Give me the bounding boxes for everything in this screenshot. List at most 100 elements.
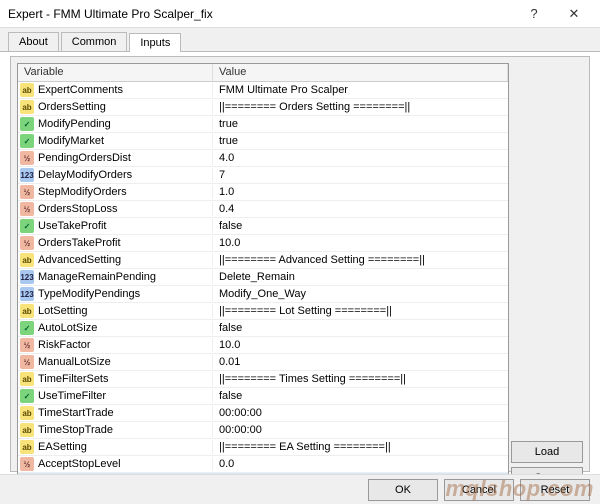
variable-cell[interactable]: 123TypeModifyPendings [18, 287, 213, 301]
value-cell[interactable]: 10.0 [213, 237, 508, 249]
variable-cell[interactable]: ½StepModifyOrders [18, 185, 213, 199]
variable-name: AutoLotSize [38, 322, 97, 334]
table-row[interactable]: abTimeStopTrade00:00:00 [18, 422, 508, 439]
table-row[interactable]: ½StepModifyOrders1.0 [18, 184, 508, 201]
variable-cell[interactable]: ½ AcceptStopLevel [18, 457, 213, 471]
value-cell[interactable]: false [213, 220, 508, 232]
value-cell[interactable]: 00:00:00 [213, 407, 508, 419]
variable-cell[interactable]: ✓UseTimeFilter [18, 389, 213, 403]
variable-cell[interactable]: ✓ModifyPending [18, 117, 213, 131]
ok-button[interactable]: OK [368, 479, 438, 501]
table-row[interactable]: ½OrdersStopLoss0.4 [18, 201, 508, 218]
table-row[interactable]: ✓AutoLotSizefalse [18, 320, 508, 337]
table-row[interactable]: ✓UseTakeProfitfalse [18, 218, 508, 235]
header-variable[interactable]: Variable [18, 64, 213, 81]
value-cell[interactable]: 10.0 [213, 339, 508, 351]
variable-name: OrdersStopLoss [38, 203, 117, 215]
value-cell[interactable]: true [213, 135, 508, 147]
tab-common[interactable]: Common [61, 32, 128, 51]
value-cell[interactable]: Delete_Remain [213, 271, 508, 283]
variable-cell[interactable]: ✓AutoLotSize [18, 321, 213, 335]
table-row[interactable]: 123DelayModifyOrders7 [18, 167, 508, 184]
value-cell[interactable]: 1.0 [213, 186, 508, 198]
value-cell[interactable]: ||======== Orders Setting ========|| [213, 101, 508, 113]
value-cell[interactable]: 4.0 [213, 152, 508, 164]
close-button[interactable]: ✕ [554, 0, 594, 28]
variable-name: TypeModifyPendings [38, 288, 140, 300]
variable-cell[interactable]: ½PendingOrdersDist [18, 151, 213, 165]
value-cell[interactable]: true [213, 118, 508, 130]
cancel-button[interactable]: Cancel [444, 479, 514, 501]
variable-cell[interactable]: abTimeStopTrade [18, 423, 213, 437]
variable-cell[interactable]: ✓ModifyMarket [18, 134, 213, 148]
value-cell[interactable]: 00:00:00 [213, 424, 508, 436]
variable-cell[interactable]: ½ ManualLotSize [18, 355, 213, 369]
value-cell[interactable]: ||======== Lot Setting ========|| [213, 305, 508, 317]
table-row[interactable]: ½ AcceptStopLevel 0.0 [18, 456, 508, 473]
tab-about[interactable]: About [8, 32, 59, 51]
variable-cell[interactable]: abOrdersSetting [18, 100, 213, 114]
table-row[interactable]: ½ ManualLotSize 0.01 [18, 354, 508, 371]
table-row[interactable]: ½RiskFactor10.0 [18, 337, 508, 354]
double-type-icon: ½ [20, 457, 34, 471]
variable-cell[interactable]: abLotSetting [18, 304, 213, 318]
reset-button[interactable]: Reset [520, 479, 590, 501]
table-row[interactable]: ✓ModifyMarkettrue [18, 133, 508, 150]
side-buttons: Load Save [511, 63, 583, 491]
variable-name: DelayModifyOrders [38, 169, 132, 181]
table-row[interactable]: abEASetting||======== EA Setting =======… [18, 439, 508, 456]
value-cell[interactable]: 0.01 [213, 356, 508, 368]
variable-cell[interactable]: abEASetting [18, 440, 213, 454]
variable-name: ManualLotSize [38, 356, 111, 368]
table-row[interactable]: 123TypeModifyPendingsModify_One_Way [18, 286, 508, 303]
table-row[interactable]: abOrdersSetting||======== Orders Setting… [18, 99, 508, 116]
variable-cell[interactable]: abTimeFilterSets [18, 372, 213, 386]
variable-cell[interactable]: abAdvancedSetting [18, 253, 213, 267]
double-type-icon: ½ [20, 355, 34, 369]
string-type-icon: ab [20, 83, 34, 97]
variable-name: AcceptStopLevel [38, 458, 121, 470]
table-row[interactable]: ½OrdersTakeProfit10.0 [18, 235, 508, 252]
variable-cell[interactable]: ✓UseTakeProfit [18, 219, 213, 233]
variable-cell[interactable]: ½OrdersStopLoss [18, 202, 213, 216]
tab-inputs[interactable]: Inputs [129, 33, 181, 52]
value-cell[interactable]: 0.0 [213, 458, 508, 470]
table-row[interactable]: abTimeFilterSets||======== Times Setting… [18, 371, 508, 388]
value-cell[interactable]: ||======== Advanced Setting ========|| [213, 254, 508, 266]
variable-cell[interactable]: 123ManageRemainPending [18, 270, 213, 284]
bool-type-icon: ✓ [20, 134, 34, 148]
string-type-icon: ab [20, 440, 34, 454]
value-cell[interactable]: 0.4 [213, 203, 508, 215]
value-cell[interactable]: false [213, 322, 508, 334]
value-cell[interactable]: false [213, 390, 508, 402]
grid-header: Variable Value [18, 64, 508, 82]
bottom-bar: OK Cancel Reset [0, 474, 600, 504]
table-row[interactable]: ½PendingOrdersDist4.0 [18, 150, 508, 167]
string-type-icon: ab [20, 253, 34, 267]
table-row[interactable]: ✓UseTimeFilterfalse [18, 388, 508, 405]
variable-cell[interactable]: ½OrdersTakeProfit [18, 236, 213, 250]
table-row[interactable]: abAdvancedSetting||======== Advanced Set… [18, 252, 508, 269]
variable-cell[interactable]: ab ExpertComments [18, 83, 213, 97]
value-cell[interactable]: Modify_One_Way [213, 288, 508, 300]
value-cell[interactable]: ||======== Times Setting ========|| [213, 373, 508, 385]
value-cell[interactable]: 7 [213, 169, 508, 181]
table-row[interactable]: abTimeStartTrade00:00:00 [18, 405, 508, 422]
table-row[interactable]: 123ManageRemainPendingDelete_Remain [18, 269, 508, 286]
variable-cell[interactable]: 123DelayModifyOrders [18, 168, 213, 182]
header-value[interactable]: Value [213, 64, 508, 81]
variable-name: UseTimeFilter [38, 390, 106, 402]
inputs-grid[interactable]: Variable Value ab ExpertComments FMM Ultim… [17, 63, 509, 491]
value-cell[interactable]: ||======== EA Setting ========|| [213, 441, 508, 453]
help-button[interactable]: ? [514, 0, 554, 28]
load-button[interactable]: Load [511, 441, 583, 463]
window-title: Expert - FMM Ultimate Pro Scalper_fix [8, 7, 514, 21]
variable-cell[interactable]: abTimeStartTrade [18, 406, 213, 420]
table-row[interactable]: ab ExpertComments FMM Ultimate Pro Scalper [18, 82, 508, 99]
variable-name: ExpertComments [38, 84, 123, 96]
table-row[interactable]: ✓ModifyPendingtrue [18, 116, 508, 133]
variable-cell[interactable]: ½RiskFactor [18, 338, 213, 352]
value-cell[interactable]: FMM Ultimate Pro Scalper [213, 84, 508, 96]
table-row[interactable]: abLotSetting||======== Lot Setting =====… [18, 303, 508, 320]
grid-body[interactable]: ab ExpertComments FMM Ultimate Pro Scalper… [18, 82, 508, 490]
